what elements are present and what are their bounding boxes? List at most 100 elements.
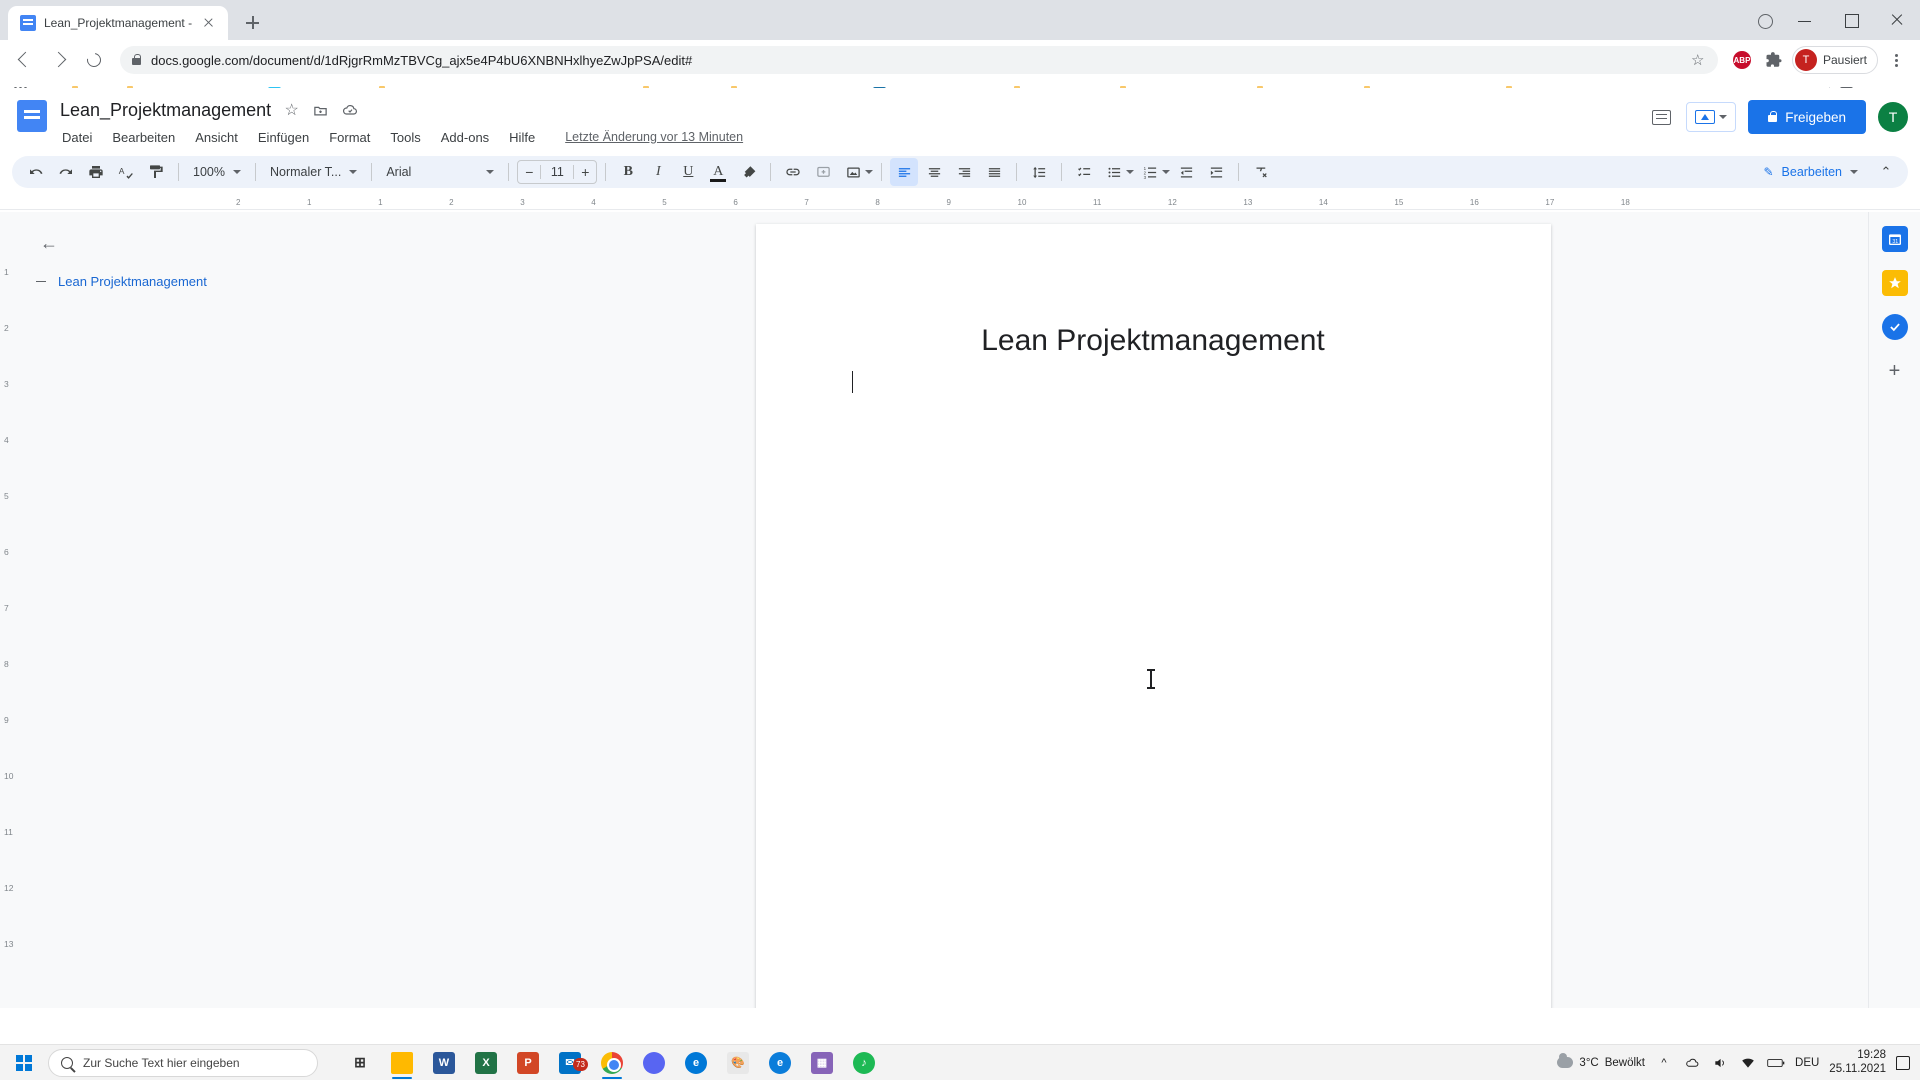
- font-size-decrease[interactable]: −: [518, 164, 540, 180]
- taskbar-search[interactable]: Zur Suche Text hier eingeben: [48, 1048, 318, 1077]
- taskbar-app-powerpoint[interactable]: P: [508, 1045, 548, 1080]
- collapse-toolbar-icon[interactable]: ⌃: [1874, 164, 1898, 180]
- record-icon[interactable]: [1748, 0, 1782, 40]
- outline-item[interactable]: Lean Projektmanagement: [36, 274, 366, 289]
- move-to-folder-icon[interactable]: [312, 102, 329, 119]
- document-ruler[interactable]: 2 1 1 2 3 4 5 6 7 8 9 10 11 12 13 14 15 16 17 18: [0, 194, 1920, 210]
- text-color-button[interactable]: A: [704, 158, 732, 186]
- taskbar-app-excel[interactable]: X: [466, 1045, 506, 1080]
- network-icon[interactable]: [1739, 1054, 1757, 1072]
- browser-tab[interactable]: Lean_Projektmanagement - Goo: [8, 6, 228, 40]
- close-outline-icon[interactable]: ←: [36, 230, 62, 256]
- battery-icon[interactable]: [1767, 1054, 1785, 1072]
- bookmark-star-icon[interactable]: ☆: [1691, 53, 1706, 68]
- calendar-icon[interactable]: 31: [1881, 226, 1908, 252]
- minimize-button[interactable]: [1782, 0, 1828, 40]
- taskbar-app-edge[interactable]: e: [760, 1045, 800, 1080]
- last-edit-link[interactable]: Letzte Änderung vor 13 Minuten: [565, 130, 743, 144]
- menu-item-format[interactable]: Format: [327, 128, 372, 147]
- taskbar-app-paint[interactable]: 🎨: [718, 1045, 758, 1080]
- star-icon[interactable]: ☆: [283, 102, 300, 119]
- start-button[interactable]: [0, 1045, 48, 1080]
- language-indicator[interactable]: DEU: [1795, 1057, 1819, 1069]
- reload-button[interactable]: [78, 44, 110, 76]
- spelling-check-button[interactable]: A: [112, 158, 140, 186]
- back-button[interactable]: [10, 44, 42, 76]
- onedrive-icon[interactable]: [1683, 1054, 1701, 1072]
- paint-format-button[interactable]: [142, 158, 170, 186]
- document-title[interactable]: Lean_Projektmanagement: [60, 100, 271, 121]
- decrease-indent-button[interactable]: [1172, 158, 1200, 186]
- menu-item-hilfe[interactable]: Hilfe: [507, 128, 537, 147]
- tasks-icon[interactable]: [1881, 314, 1908, 340]
- google-docs-app: Lean_Projektmanagement ☆ Datei Bearbeite…: [0, 88, 1920, 1008]
- align-justify-button[interactable]: [980, 158, 1008, 186]
- share-button[interactable]: Freigeben: [1748, 100, 1866, 134]
- undo-button[interactable]: [22, 158, 50, 186]
- chrome-menu-icon[interactable]: [1882, 46, 1910, 74]
- font-size-stepper[interactable]: − 11 +: [517, 160, 598, 184]
- menu-item-datei[interactable]: Datei: [60, 128, 94, 147]
- close-icon[interactable]: [200, 15, 216, 31]
- address-bar[interactable]: docs.google.com/document/d/1dRjgrRmMzTBV…: [120, 46, 1718, 74]
- sound-icon[interactable]: [1711, 1054, 1729, 1072]
- italic-button[interactable]: I: [644, 158, 672, 186]
- cloud-saved-icon[interactable]: [341, 102, 358, 119]
- user-avatar[interactable]: T: [1878, 102, 1908, 132]
- menu-item-bearbeiten[interactable]: Bearbeiten: [110, 128, 177, 147]
- clock[interactable]: 19:28 25.11.2021: [1829, 1049, 1886, 1075]
- font-size-increase[interactable]: +: [574, 164, 596, 180]
- print-button[interactable]: [82, 158, 110, 186]
- align-left-button[interactable]: [890, 158, 919, 186]
- document-page[interactable]: Lean Projektmanagement: [755, 224, 1551, 1008]
- font-size-value[interactable]: 11: [540, 165, 575, 179]
- bulleted-list-button[interactable]: [1100, 158, 1128, 186]
- keep-icon[interactable]: [1881, 270, 1908, 296]
- add-on-plus-icon[interactable]: +: [1882, 358, 1908, 384]
- weather-widget[interactable]: 3°C Bewölkt: [1557, 1053, 1645, 1069]
- zoom-select[interactable]: 100%: [187, 159, 247, 185]
- menu-item-ansicht[interactable]: Ansicht: [193, 128, 240, 147]
- align-right-button[interactable]: [950, 158, 978, 186]
- clear-formatting-button[interactable]: [1247, 158, 1275, 186]
- notification-icon[interactable]: [1896, 1055, 1910, 1070]
- taskbar-app-chrome[interactable]: [592, 1045, 632, 1080]
- extensions-puzzle-icon[interactable]: [1760, 46, 1788, 74]
- new-tab-button[interactable]: [238, 9, 266, 37]
- meet-button[interactable]: [1686, 102, 1737, 132]
- comment-history-icon[interactable]: [1648, 104, 1674, 130]
- menu-item-einf-gen[interactable]: Einfügen: [256, 128, 311, 147]
- menu-item-tools[interactable]: Tools: [388, 128, 422, 147]
- underline-button[interactable]: U: [674, 158, 702, 186]
- menu-item-add-ons[interactable]: Add-ons: [439, 128, 491, 147]
- forward-button[interactable]: [44, 44, 76, 76]
- taskbar-app-file-explorer[interactable]: [382, 1045, 422, 1080]
- adblock-extension-icon[interactable]: ABP: [1728, 46, 1756, 74]
- taskbar-app-edge-beta[interactable]: e: [676, 1045, 716, 1080]
- highlight-color-button[interactable]: [734, 158, 762, 186]
- insert-link-button[interactable]: [779, 158, 807, 186]
- paragraph-style-select[interactable]: Normaler T...: [264, 159, 363, 185]
- taskbar-app-task-view[interactable]: ⊞: [340, 1045, 380, 1080]
- increase-indent-button[interactable]: [1202, 158, 1230, 186]
- add-comment-icon[interactable]: [809, 158, 837, 186]
- taskbar-app-photos[interactable]: ▦: [802, 1045, 842, 1080]
- taskbar-app-disc[interactable]: [634, 1045, 674, 1080]
- tray-expand-icon[interactable]: ^: [1655, 1054, 1673, 1072]
- profile-chip[interactable]: T Pausiert: [1791, 46, 1878, 74]
- maximize-button[interactable]: [1828, 0, 1874, 40]
- checklist-button[interactable]: [1070, 158, 1098, 186]
- taskbar-app-mail[interactable]: ✉ 73: [550, 1045, 590, 1080]
- numbered-list-button[interactable]: 123: [1136, 158, 1164, 186]
- window-close-button[interactable]: [1874, 0, 1920, 40]
- font-select[interactable]: Arial: [380, 159, 500, 185]
- taskbar-app-word[interactable]: W: [424, 1045, 464, 1080]
- editing-mode-chip[interactable]: ✎ Bearbeiten: [1753, 159, 1868, 185]
- align-center-button[interactable]: [920, 158, 948, 186]
- bold-button[interactable]: B: [614, 158, 642, 186]
- insert-image-icon[interactable]: [839, 158, 867, 186]
- taskbar-app-spotify[interactable]: ♪: [844, 1045, 884, 1080]
- line-spacing-button[interactable]: [1025, 158, 1053, 186]
- redo-button[interactable]: [52, 158, 80, 186]
- google-docs-logo-icon[interactable]: [12, 98, 52, 138]
